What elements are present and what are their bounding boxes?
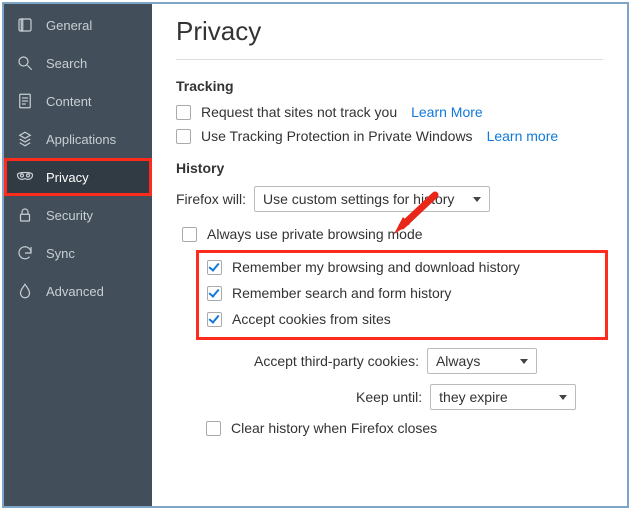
keep-until-label: Keep until: [356,389,422,405]
lock-icon [16,206,34,224]
private-mode-label: Always use private browsing mode [207,226,423,242]
tp-row: Use Tracking Protection in Private Windo… [176,128,603,144]
keep-until-select[interactable]: they expire [430,384,576,410]
clear-on-close-row: Clear history when Firefox closes [176,420,603,436]
general-icon [16,16,34,34]
divider [176,59,603,60]
main-panel: Privacy Tracking Request that sites not … [152,4,627,506]
private-mode-checkbox[interactable] [182,227,197,242]
sidebar-item-content[interactable]: Content [4,82,152,120]
sidebar-item-privacy[interactable]: Privacy [4,158,152,196]
sidebar-item-general[interactable]: General [4,6,152,44]
remember-browsing-checkbox[interactable] [207,260,222,275]
private-mode-row: Always use private browsing mode [176,226,603,242]
tp-checkbox[interactable] [176,129,191,144]
remember-browsing-label: Remember my browsing and download histor… [232,259,520,275]
sidebar-label: General [46,18,92,33]
keep-until-value: they expire [439,389,507,405]
accept-cookies-label: Accept cookies from sites [232,311,391,327]
remember-search-row: Remember search and form history [207,285,597,301]
sidebar-item-applications[interactable]: Applications [4,120,152,158]
history-will-label: Firefox will: [176,191,246,207]
remember-search-checkbox[interactable] [207,286,222,301]
history-heading: History [176,160,603,176]
third-party-label: Accept third-party cookies: [254,353,419,369]
highlight-annotation: Remember my browsing and download histor… [196,250,608,340]
advanced-icon [16,282,34,300]
sidebar-item-security[interactable]: Security [4,196,152,234]
tp-label: Use Tracking Protection in Private Windo… [201,128,473,144]
page-title: Privacy [176,16,603,47]
search-icon [16,54,34,72]
sidebar-label: Security [46,208,93,223]
categories-sidebar: General Search Content Applications Priv… [4,4,152,506]
sidebar-label: Content [46,94,92,109]
clear-on-close-checkbox[interactable] [206,421,221,436]
tracking-heading: Tracking [176,78,603,94]
history-mode-row: Firefox will: Use custom settings for hi… [176,186,603,212]
privacy-mask-icon [16,168,34,186]
sidebar-item-advanced[interactable]: Advanced [4,272,152,310]
content-icon [16,92,34,110]
sync-icon [16,244,34,262]
sidebar-label: Applications [46,132,116,147]
keep-until-row: Keep until: they expire [176,384,603,410]
tp-learn-more-link[interactable]: Learn more [487,128,559,144]
third-party-value: Always [436,353,480,369]
dnt-learn-more-link[interactable]: Learn More [411,104,483,120]
preferences-window: General Search Content Applications Priv… [2,2,629,508]
dnt-row: Request that sites not track you Learn M… [176,104,603,120]
sidebar-item-sync[interactable]: Sync [4,234,152,272]
clear-on-close-label: Clear history when Firefox closes [231,420,437,436]
accept-cookies-checkbox[interactable] [207,312,222,327]
remember-browsing-row: Remember my browsing and download histor… [207,259,597,275]
sidebar-item-search[interactable]: Search [4,44,152,82]
third-party-select[interactable]: Always [427,348,537,374]
sidebar-label: Search [46,56,87,71]
dnt-label: Request that sites not track you [201,104,397,120]
dnt-checkbox[interactable] [176,105,191,120]
remember-search-label: Remember search and form history [232,285,451,301]
sidebar-label: Privacy [46,170,89,185]
history-mode-value: Use custom settings for history [263,191,454,207]
accept-cookies-row: Accept cookies from sites [207,311,597,327]
applications-icon [16,130,34,148]
history-mode-select[interactable]: Use custom settings for history [254,186,490,212]
sidebar-label: Advanced [46,284,104,299]
third-party-row: Accept third-party cookies: Always [176,348,603,374]
sidebar-label: Sync [46,246,75,261]
